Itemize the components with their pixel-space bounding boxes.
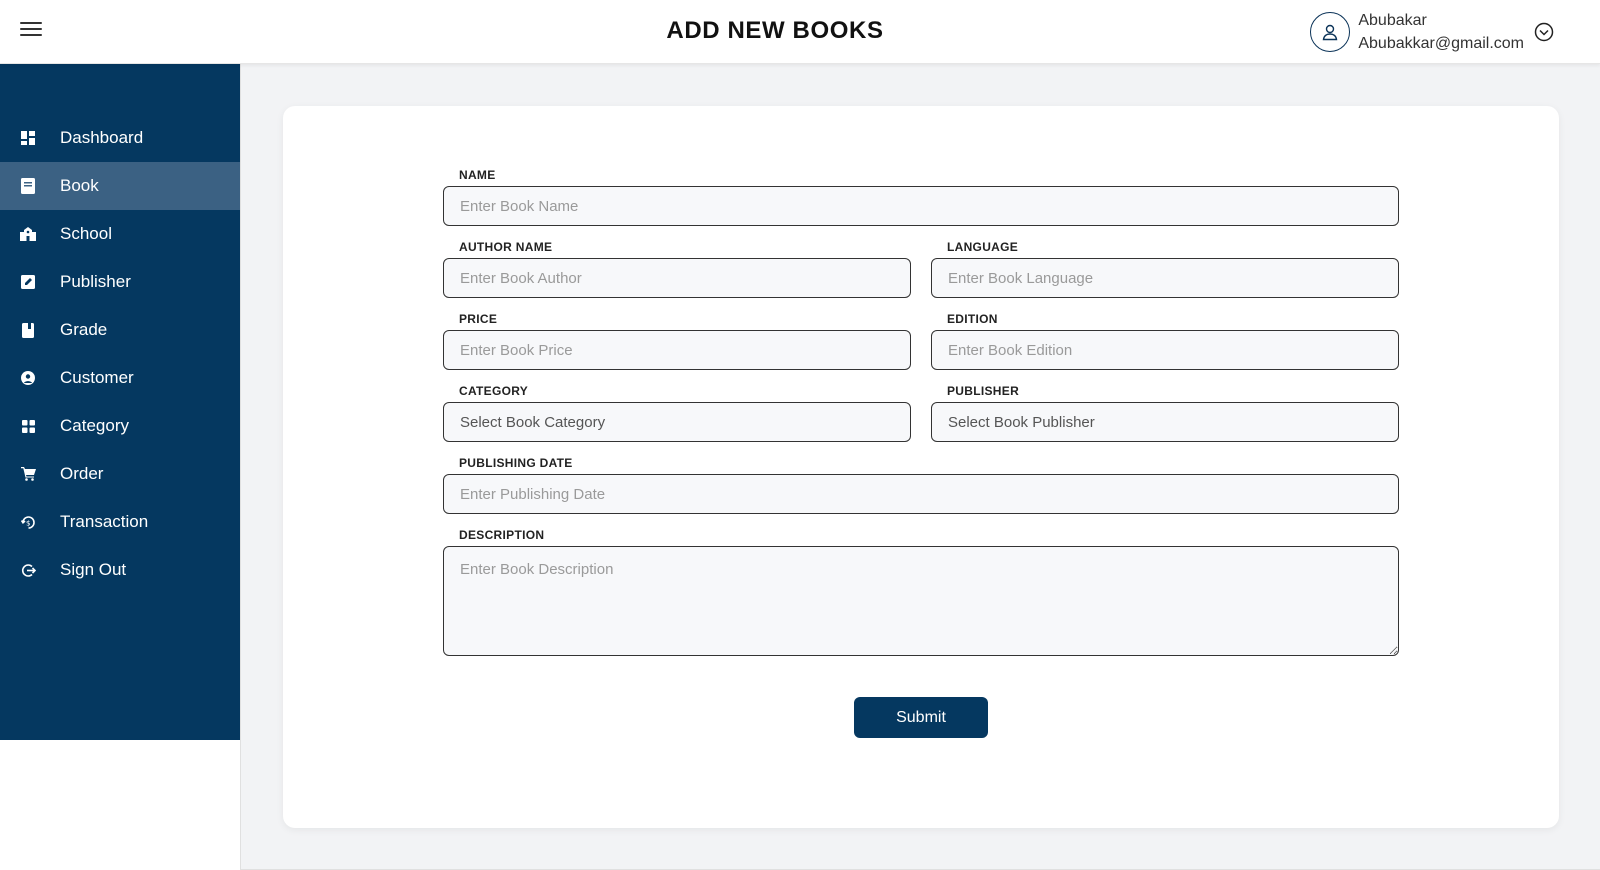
- sidebar-item-dashboard[interactable]: Dashboard: [0, 114, 240, 162]
- top-header: ADD NEW BOOKS Abubakar Abubakkar@gmail.c…: [0, 0, 1600, 64]
- category-select[interactable]: Select Book Category: [443, 402, 911, 442]
- user-name: Abubakar: [1358, 12, 1427, 29]
- sidebar-item-label: Publisher: [60, 272, 131, 291]
- category-icon: [20, 418, 36, 434]
- category-label: CATEGORY: [459, 384, 529, 398]
- book-icon: [20, 178, 36, 194]
- user-avatar-icon: [1310, 12, 1351, 52]
- svg-text:$: $: [26, 519, 30, 527]
- cart-icon: [20, 466, 36, 482]
- author-name-input[interactable]: [443, 258, 911, 298]
- main-content: NAME AUTHOR NAME LANGUAGE PRICE: [240, 64, 1600, 870]
- description-textarea[interactable]: [443, 546, 1399, 656]
- school-icon: [20, 226, 36, 242]
- sidebar-item-label: Category: [60, 416, 129, 435]
- sidebar-item-label: Order: [60, 464, 104, 483]
- price-label: PRICE: [459, 312, 498, 326]
- sidebar-item-label: Transaction: [60, 512, 149, 531]
- price-input[interactable]: [443, 330, 911, 370]
- grade-icon: [20, 322, 36, 338]
- sign-out-icon: [20, 562, 36, 578]
- sidebar-item-school[interactable]: School: [0, 210, 240, 258]
- sidebar-item-sign-out[interactable]: Sign Out: [0, 546, 240, 594]
- sidebar-item-customer[interactable]: Customer: [0, 354, 240, 402]
- language-label: LANGUAGE: [947, 240, 1019, 254]
- publishing-date-label: PUBLISHING DATE: [459, 456, 573, 470]
- description-label: DESCRIPTION: [459, 528, 545, 542]
- category-select-value: Select Book Category: [460, 413, 606, 431]
- user-email: Abubakkar@gmail.com: [1358, 35, 1524, 52]
- sidebar-item-label: School: [60, 224, 112, 243]
- book-name-input[interactable]: [443, 186, 1399, 226]
- chevron-down-icon[interactable]: [1534, 22, 1554, 42]
- submit-button[interactable]: Submit: [854, 697, 988, 738]
- sidebar-item-order[interactable]: Order: [0, 450, 240, 498]
- author-label: AUTHOR NAME: [459, 240, 553, 254]
- sidebar-item-label: Customer: [60, 368, 134, 387]
- name-label: NAME: [459, 168, 496, 182]
- publishing-date-input[interactable]: [443, 474, 1399, 514]
- sidebar-item-category[interactable]: Category: [0, 402, 240, 450]
- sidebar-item-label: Book: [60, 176, 99, 195]
- publisher-label: PUBLISHER: [947, 384, 1020, 398]
- sidebar-item-label: Sign Out: [60, 560, 127, 579]
- sidebar-item-publisher[interactable]: Publisher: [0, 258, 240, 306]
- edition-input[interactable]: [931, 330, 1399, 370]
- sidebar-item-label: Grade: [60, 320, 108, 339]
- transaction-icon: $: [20, 514, 36, 530]
- sidebar-item-book[interactable]: Book: [0, 162, 240, 210]
- publisher-select[interactable]: Select Book Publisher: [931, 402, 1399, 442]
- dashboard-icon: [20, 130, 36, 146]
- user-profile[interactable]: Abubakar Abubakkar@gmail.com: [1310, 8, 1554, 56]
- edition-label: EDITION: [947, 312, 998, 326]
- sidebar: Dashboard Book School Publisher Grade Cu…: [0, 64, 240, 740]
- publisher-select-value: Select Book Publisher: [948, 413, 1095, 431]
- publisher-icon: [20, 274, 36, 290]
- sidebar-item-label: Dashboard: [60, 128, 144, 147]
- sidebar-item-grade[interactable]: Grade: [0, 306, 240, 354]
- form-card: NAME AUTHOR NAME LANGUAGE PRICE: [283, 106, 1559, 828]
- customer-icon: [20, 370, 36, 386]
- sidebar-item-transaction[interactable]: $ Transaction: [0, 498, 240, 546]
- add-book-form: NAME AUTHOR NAME LANGUAGE PRICE: [443, 168, 1399, 738]
- language-input[interactable]: [931, 258, 1399, 298]
